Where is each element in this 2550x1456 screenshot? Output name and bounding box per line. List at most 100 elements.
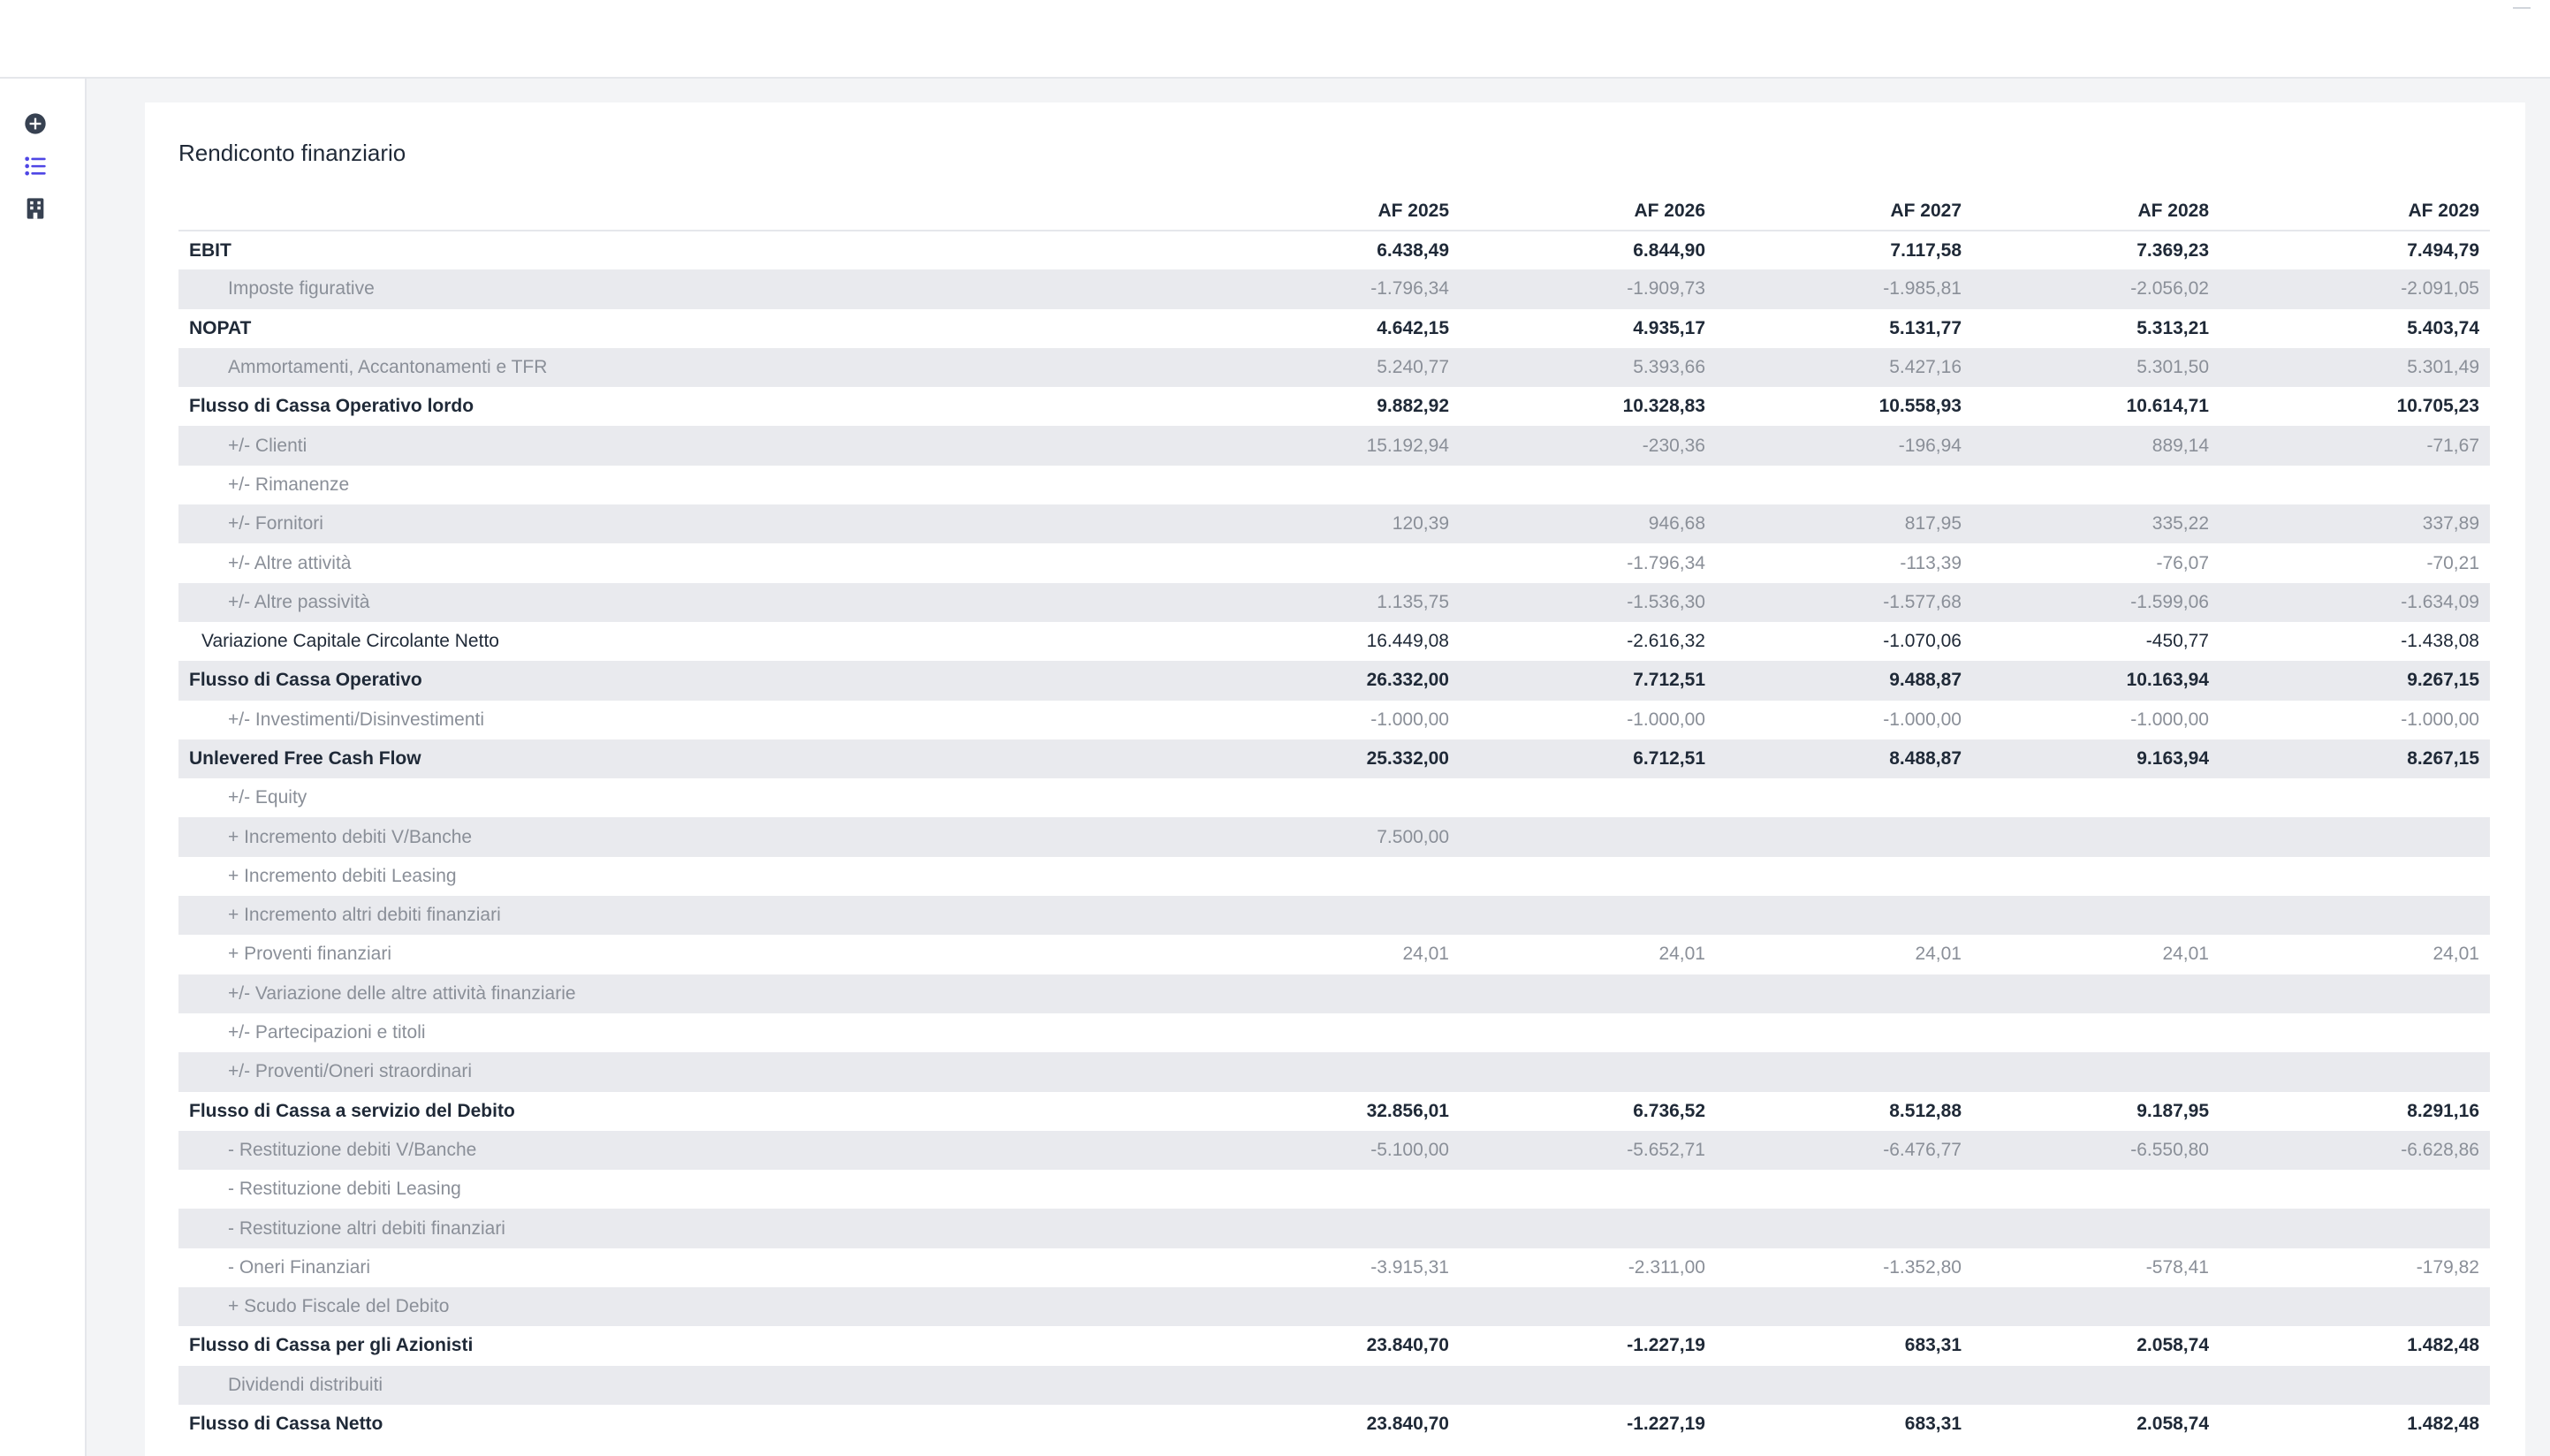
value-cell: -1.000,00 [2130,709,2209,730]
value-cell [1716,896,1972,935]
value-cell: 24,01 [1915,944,1962,965]
row-label: +/- Clienti [228,435,307,456]
row-label: EBIT [189,239,231,261]
value-cell: -1.000,00 [1883,709,1962,730]
row-label: Flusso di Cassa Operativo [189,670,422,691]
value-cell: 337,89 [2422,513,2479,535]
row-label: - Restituzione debiti V/Banche [228,1139,477,1160]
table-row: Flusso di Cassa per gli Azionisti 23.840,… [178,1326,2490,1366]
value-cell: -2.616,32 [1627,631,1705,652]
table-row: +/- Equity [178,778,2490,818]
value-cell [2220,1366,2490,1405]
value-cell [1972,817,2220,856]
cash-flow-card: Rendiconto finanziario AF 2025 AF 2026 A… [145,102,2525,1456]
value-cell: 1.482,48 [2407,1335,2479,1356]
row-label: Variazione Capitale Circolante Netto [201,631,499,652]
value-cell: -1.352,80 [1883,1256,1962,1278]
value-cell: -1.000,00 [2401,709,2479,730]
building-icon[interactable] [23,196,48,221]
table-body: EBIT 6.438,49 6.844,90 7.117,58 7.369,23 7.49… [178,231,2490,1445]
column-header: AF 2025 [1278,193,1460,231]
row-label: Flusso di Cassa a servizio del Debito [189,1100,515,1121]
value-cell: 9.488,87 [1889,670,1962,691]
value-cell [1278,974,1460,1013]
value-cell: 335,22 [2152,513,2209,535]
value-cell: 4.642,15 [1377,317,1449,338]
table-row: Dividendi distribuiti [178,1365,2490,1405]
value-cell: -578,41 [2145,1256,2209,1278]
row-label: +/- Partecipazioni e titoli [228,1022,426,1043]
value-cell [1278,778,1460,817]
table-row: - Oneri Finanziari -3.915,31 -2.311,00 -1.3… [178,1247,2490,1288]
value-cell [1278,1052,1460,1091]
row-label: - Oneri Finanziari [228,1256,371,1278]
row-label: + Scudo Fiscale del Debito [228,1296,450,1317]
value-cell [2220,466,2490,504]
value-cell: -450,77 [2145,631,2209,652]
row-label: Dividendi distribuiti [228,1374,383,1395]
plus-circle-icon[interactable] [23,111,48,136]
value-cell: 24,01 [2432,944,2479,965]
value-cell: 9.882,92 [1377,396,1449,417]
value-cell: 5.301,50 [2136,357,2209,378]
value-cell [1716,1052,1972,1091]
value-cell: 683,31 [1904,1335,1962,1356]
value-cell: 946,68 [1648,513,1705,535]
value-cell [2220,1013,2490,1052]
table-row: +/- Variazione delle altre attività fina… [178,974,2490,1013]
value-cell: -1.070,06 [1883,631,1962,652]
value-cell [1460,466,1716,504]
value-cell [1972,778,2220,817]
value-cell [2220,778,2490,817]
value-cell: 889,14 [2152,435,2209,456]
column-header: AF 2029 [2220,193,2490,231]
value-cell [1460,974,1716,1013]
value-cell [2220,857,2490,896]
row-label: Imposte figurative [228,278,375,300]
value-cell [1460,857,1716,896]
table-row: - Restituzione debiti V/Banche -5.100,00 -… [178,1130,2490,1171]
row-label: + Proventi finanziari [228,944,392,965]
value-cell: 8.512,88 [1889,1100,1962,1121]
value-cell: -196,94 [1898,435,1962,456]
column-header: AF 2027 [1716,193,1972,231]
value-cell [1460,1366,1716,1405]
value-cell [1972,1013,2220,1052]
value-cell: 24,01 [1402,944,1449,965]
table-row: + Incremento debiti Leasing [178,856,2490,897]
list-icon-graphic [25,156,46,176]
value-cell: -113,39 [1900,552,1962,573]
table-row: +/- Rimanenze [178,465,2490,505]
table-row: +/- Fornitori 120,39 946,68 817,95 335,22 337… [178,504,2490,544]
value-cell: 8.267,15 [2407,748,2479,769]
value-cell: 8.488,87 [1889,748,1962,769]
value-cell: 10.328,83 [1622,396,1705,417]
table-row: +/- Altre passività 1.135,75 -1.536,30 -1.5… [178,582,2490,622]
list-icon[interactable] [23,154,48,178]
row-label: + Incremento debiti Leasing [228,865,457,886]
value-cell: 7.369,23 [2136,239,2209,261]
value-cell: 24,01 [1658,944,1705,965]
value-cell [2220,1170,2490,1209]
value-cell [1716,1366,1972,1405]
value-cell: 2.058,74 [2136,1335,2209,1356]
value-cell: -70,21 [2426,552,2479,573]
value-cell: 23.840,70 [1366,1414,1449,1435]
value-cell [1460,1287,1716,1326]
row-label: +/- Proventi/Oneri straordinari [228,1061,473,1082]
value-cell: 4.935,17 [1633,317,1705,338]
value-cell: -1.909,73 [1627,278,1705,300]
table-row: Flusso di Cassa a servizio del Debito 32.… [178,1091,2490,1131]
value-cell [1972,857,2220,896]
value-cell: 7.500,00 [1377,826,1449,847]
value-cell [1716,466,1972,504]
value-cell: 16.449,08 [1366,631,1449,652]
value-cell: -1.599,06 [2130,591,2209,612]
page-title: Rendiconto finanziario [178,140,406,166]
value-cell: 10.163,94 [2126,670,2209,691]
value-cell [1460,817,1716,856]
value-cell: -6.476,77 [1883,1139,1962,1160]
building-icon-graphic [27,198,44,219]
row-label: Unlevered Free Cash Flow [189,748,421,769]
value-cell [1716,1287,1972,1326]
